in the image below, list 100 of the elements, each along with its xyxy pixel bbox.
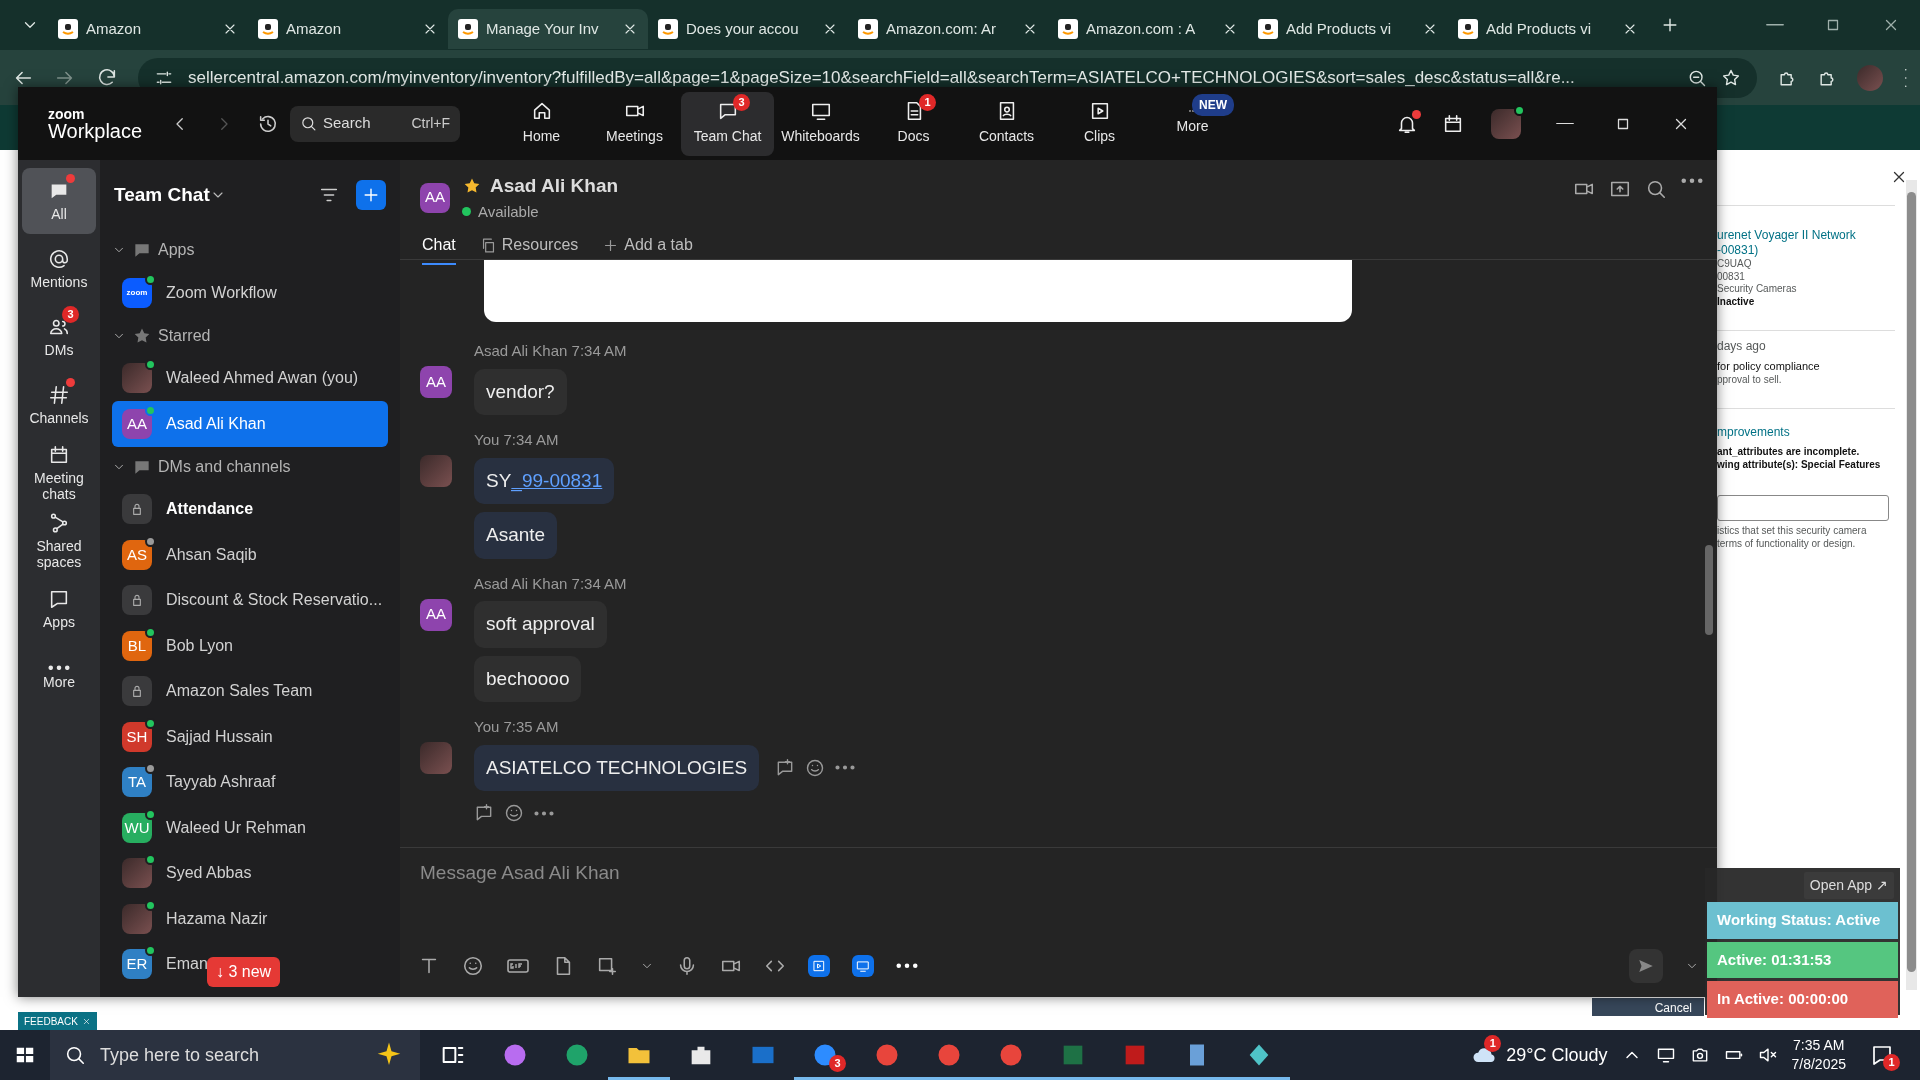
sidebar-tab[interactable]: Mentions (22, 236, 96, 302)
whiteboard-icon[interactable] (852, 955, 874, 977)
chat-list-item[interactable]: AS Ahsan Saqib (112, 532, 388, 578)
message-input[interactable]: Message Asad Ali Khan (418, 858, 1018, 889)
chat-tab[interactable]: Chat (422, 233, 456, 265)
minimize-icon (1766, 24, 1784, 26)
chat-list-item[interactable]: BL Bob Lyon (112, 623, 388, 669)
chat-list-item[interactable]: SH Sajjad Hussain (112, 714, 388, 760)
search-placeholder: Search (323, 113, 371, 134)
search-icon[interactable] (1645, 178, 1667, 200)
profile-avatar[interactable] (1491, 108, 1521, 139)
more-icon[interactable] (896, 963, 918, 969)
feedback-button[interactable]: FEEDBACK (18, 1012, 97, 1031)
more-icon (48, 664, 70, 671)
status-text: ant_attributes are incomplete. (1717, 446, 1861, 459)
status-bar: Active: 01:31:53 (1707, 941, 1898, 978)
star-icon[interactable] (1720, 67, 1741, 88)
favicon-icon (858, 19, 878, 39)
logo-text: Workplace (48, 120, 144, 141)
clock-date[interactable]: 7/8/2025 (1791, 1055, 1846, 1074)
chat-tab[interactable]: Add a tab (602, 233, 693, 265)
open-app-button[interactable]: Open App ↗ (1803, 872, 1894, 899)
chat-list-item[interactable]: Amazon Sales Team (112, 668, 388, 714)
lock-icon (122, 585, 152, 616)
emoji-icon[interactable] (805, 757, 826, 778)
photo-placeholder (420, 742, 452, 774)
chat-list-item[interactable]: TA Tayyab Ashraaf (112, 759, 388, 805)
nav-tab[interactable]: Team Chat 3 (681, 91, 774, 156)
status-text: wing attribute(s): Special Features (1717, 458, 1882, 472)
shortcut-text: Ctrl+F (411, 114, 450, 133)
screenshot-icon[interactable] (596, 955, 618, 977)
section-heading: mprovements (1717, 425, 1791, 441)
message-bubble: bechoooo (474, 655, 582, 702)
message-meta: You 7:35 AM (474, 717, 559, 737)
menu-icon[interactable] (1902, 66, 1908, 89)
section-label: Apps (158, 240, 195, 260)
sidebar-tab[interactable]: Channels (22, 372, 96, 438)
sidebar-tab[interactable]: DMs 3 (22, 304, 96, 370)
chat-list-item[interactable]: WU Waleed Ur Rehman (112, 805, 388, 851)
chat-tab[interactable]: Resources (479, 233, 579, 265)
cancel-button[interactable]: Cancel (1592, 998, 1704, 1016)
taskbar-search-field[interactable]: Type here to search (50, 1030, 420, 1080)
close-icon (81, 1017, 91, 1026)
sidebar-tab[interactable]: More (22, 644, 96, 711)
browser-tab[interactable]: Add Products vi (1248, 9, 1448, 49)
logo-text: zoom (48, 106, 86, 121)
text-field[interactable] (1717, 495, 1889, 522)
sidebar-tab[interactable]: All (22, 168, 96, 234)
chat-list-item[interactable]: Hazama Nazir (112, 896, 388, 942)
browser-tab[interactable]: Amazon.com : A (1048, 9, 1248, 49)
chat-list-item[interactable]: Discount & Stock Reservatio... (112, 577, 388, 623)
sidebar-tab[interactable]: Shared spaces (22, 508, 96, 575)
search-field[interactable]: Search Ctrl+F (290, 105, 460, 142)
browser-tab[interactable]: Amazon.com: Ar (848, 9, 1048, 49)
lock-icon (122, 494, 152, 525)
new-chat-button[interactable] (356, 180, 386, 210)
lock-icon (122, 676, 152, 707)
chat-list-item[interactable]: Waleed Ahmed Awan (you) (112, 355, 388, 401)
connected-nodes-icon (48, 512, 70, 535)
chat-list-item[interactable]: Syed Abbas (112, 850, 388, 896)
avatar: AA (420, 182, 450, 213)
notifications-button[interactable]: 1 (1860, 1035, 1904, 1075)
product-link[interactable]: -00831) (1717, 243, 1895, 258)
weather-text: 29°C Cloudy (1506, 1043, 1608, 1067)
sidebar-tab[interactable]: Meeting chats (22, 440, 96, 507)
status-text: Inactive (1717, 295, 1756, 308)
time-text: days ago (1717, 339, 1767, 354)
message-bubble: SY_99-00831 (474, 457, 615, 504)
reply-icon[interactable] (474, 803, 494, 823)
browser-tab[interactable]: Amazon (248, 9, 448, 49)
message-link[interactable]: _99-00831 (511, 469, 603, 491)
new-messages-button[interactable]: ↓ 3 new (207, 957, 281, 987)
sidebar-tab[interactable]: Apps (22, 576, 96, 643)
app-icon[interactable] (808, 955, 830, 977)
chat-list-item[interactable]: Attendance (112, 486, 388, 532)
browser-tab[interactable]: Amazon (48, 9, 248, 49)
presence-dot (462, 207, 471, 217)
status-text: Available (478, 201, 539, 222)
section-label: DMs and channels (158, 456, 291, 477)
avatar: AA (122, 408, 152, 439)
browser-tab[interactable]: Add Products vi (1448, 9, 1648, 49)
product-link[interactable]: urenet Voyager II Network (1717, 228, 1895, 243)
unread-dot (1412, 109, 1421, 119)
more-icon[interactable] (1681, 178, 1703, 184)
photo-placeholder (420, 455, 452, 487)
scrollbar-thumb[interactable] (1705, 545, 1713, 635)
send-button[interactable] (1629, 949, 1663, 983)
clock-time[interactable]: 7:35 AM (1791, 1036, 1846, 1055)
avatar: AA (420, 598, 452, 631)
search-icon (300, 115, 317, 132)
chat-list-item[interactable]: AA Asad Ali Khan (112, 401, 388, 447)
monitor-icon[interactable] (1655, 1045, 1676, 1065)
chat-list-item[interactable]: zoom Zoom Workflow (112, 270, 388, 316)
emoji-icon[interactable] (504, 803, 524, 823)
browser-tab[interactable]: Does your accou (648, 9, 848, 49)
minimize-icon (1556, 122, 1574, 125)
taskbar-app[interactable]: 3 (794, 1030, 856, 1080)
scrollbar[interactable] (1906, 180, 1917, 990)
emoji-icon[interactable] (462, 955, 484, 977)
browser-tab[interactable]: Manage Your Inv (448, 9, 648, 49)
